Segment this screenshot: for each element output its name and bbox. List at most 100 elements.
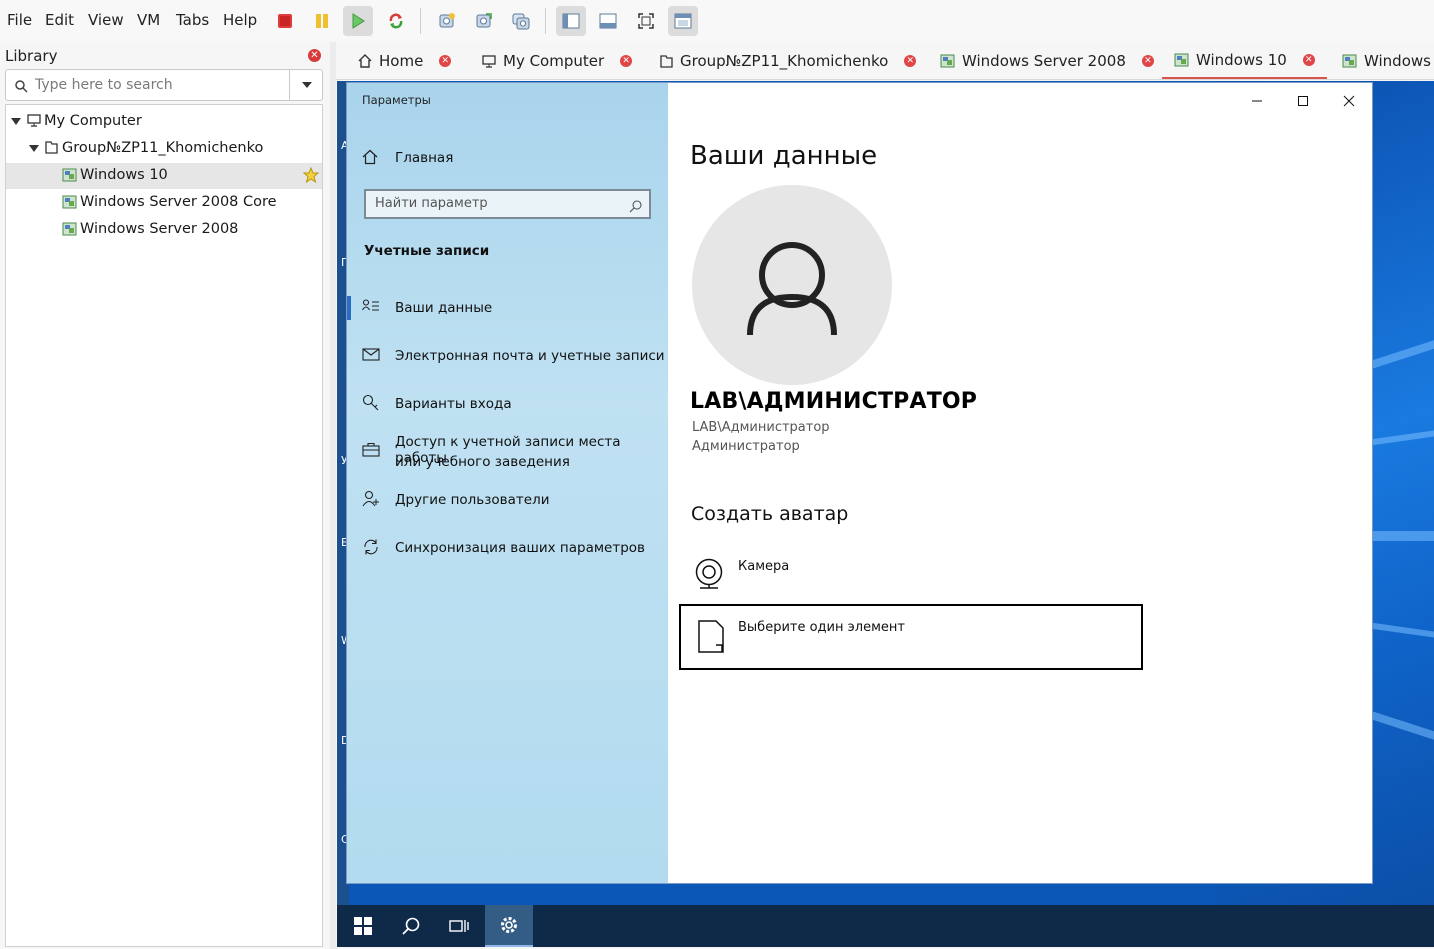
snapshot-manager-icon[interactable] — [506, 6, 536, 36]
nav-sign-in-options[interactable]: Варианты входа — [347, 392, 668, 416]
briefcase-icon — [362, 442, 380, 461]
menu-vm[interactable]: VM — [137, 11, 160, 29]
nav-your-info[interactable]: Ваши данные — [347, 296, 668, 320]
tab-label: Windows — [1364, 52, 1431, 70]
tab-close-icon[interactable]: ✕ — [439, 55, 452, 67]
menu-bar: File Edit View VM Tabs Help — [0, 0, 1434, 42]
pause-icon[interactable] — [307, 6, 337, 36]
tree-item-label: Windows Server 2008 — [80, 221, 239, 237]
tab-bar: Home ✕ My Computer ✕ Group№ZP11_Khomiche… — [336, 42, 1434, 80]
search-icon[interactable] — [629, 198, 642, 217]
tree-item-label: My Computer — [44, 113, 142, 129]
tree-item-windows-server-2008-core[interactable]: Windows Server 2008 Core — [6, 190, 322, 216]
settings-content: Ваши данные LAB\АДМИНИСТРАТОР LAB\Админи… — [668, 83, 1372, 883]
favorite-star-icon[interactable] — [302, 166, 320, 187]
menu-tabs[interactable]: Tabs — [176, 11, 209, 29]
tree-item-windows-10[interactable]: Windows 10 — [6, 163, 322, 189]
nav-label: Электронная почта и учетные записи — [395, 348, 665, 364]
task-view-button[interactable] — [435, 905, 483, 947]
library-view-icon[interactable] — [556, 6, 586, 36]
menu-edit[interactable]: Edit — [45, 11, 74, 29]
search-icon — [402, 917, 420, 935]
menu-help[interactable]: Help — [223, 11, 257, 29]
nav-other-users[interactable]: Другие пользователи — [347, 488, 668, 512]
window-title: Параметры — [362, 93, 431, 107]
tab-label: Home — [379, 52, 424, 70]
nav-sync-settings[interactable]: Синхронизация ваших параметров — [347, 536, 668, 560]
file-icon — [697, 620, 725, 658]
tab-close-icon[interactable]: ✕ — [620, 55, 633, 67]
tree-item-label: Windows Server 2008 Core — [80, 194, 277, 210]
tree-expand-arrow-icon[interactable] — [29, 145, 39, 152]
computer-icon — [27, 114, 41, 131]
tree-expand-arrow-icon[interactable] — [11, 118, 21, 125]
menu-file[interactable]: File — [7, 11, 32, 29]
tab-label: Group№ZP11_Khomichenko — [680, 52, 889, 70]
nav-section-heading: Учетные записи — [364, 243, 490, 259]
folder-icon — [660, 54, 673, 68]
maximize-icon[interactable] — [1288, 91, 1318, 111]
tab-close-icon[interactable]: ✕ — [1302, 53, 1315, 66]
nav-work-access[interactable]: Доступ к учетной записи места работы или… — [347, 433, 668, 475]
stop-icon[interactable] — [270, 6, 300, 36]
tree-item-windows-server-2008[interactable]: Windows Server 2008 — [6, 217, 322, 243]
sync-icon — [362, 538, 380, 560]
camera-label: Камера — [738, 559, 790, 574]
tree-item-group[interactable]: Group№ZP11_Khomichenko — [6, 136, 322, 162]
search-dropdown-button[interactable] — [289, 70, 323, 100]
fullscreen-icon[interactable] — [631, 6, 661, 36]
tree-item-label: Group№ZP11_Khomichenko — [62, 140, 264, 156]
start-button[interactable] — [339, 905, 387, 947]
tab-windows-server-2008[interactable]: Windows Server 2008 ✕ — [940, 42, 1154, 79]
key-icon — [362, 394, 380, 416]
snapshot-icon[interactable] — [432, 6, 462, 36]
nav-label: Варианты входа — [395, 396, 512, 412]
choose-file-label: Выберите один элемент — [738, 620, 905, 635]
library-close-icon[interactable]: ✕ — [308, 49, 321, 62]
settings-window: Параметры Главная Учетные записи Ваши да… — [347, 83, 1372, 883]
tab-windows[interactable]: Windows — [1342, 42, 1431, 79]
vm-icon — [1174, 53, 1189, 67]
tab-close-icon[interactable]: ✕ — [904, 55, 917, 67]
home-icon — [362, 149, 378, 169]
menu-view[interactable]: View — [88, 11, 124, 29]
task-view-icon — [449, 920, 469, 932]
library-search-input[interactable] — [35, 75, 285, 95]
tab-group[interactable]: Group№ZP11_Khomichenko ✕ — [660, 42, 917, 79]
minimize-icon[interactable] — [1242, 91, 1272, 111]
settings-search-input[interactable] — [375, 196, 615, 211]
chevron-down-icon — [301, 82, 312, 88]
panel-splitter[interactable] — [330, 42, 336, 949]
camera-option[interactable]: Камера — [691, 555, 1151, 595]
nav-home[interactable]: Главная — [347, 147, 668, 171]
console-view-icon[interactable] — [668, 6, 698, 36]
tab-windows-10[interactable]: Windows 10 ✕ — [1162, 42, 1327, 79]
search-icon — [15, 78, 28, 97]
computer-icon — [482, 54, 496, 68]
mail-icon — [362, 348, 380, 365]
restart-icon[interactable] — [381, 6, 411, 36]
tab-home[interactable]: Home ✕ — [358, 42, 452, 79]
settings-search — [364, 189, 651, 219]
tab-label: Windows Server 2008 — [962, 52, 1126, 70]
tab-close-icon[interactable]: ✕ — [1141, 55, 1154, 67]
snapshot-revert-icon[interactable] — [469, 6, 499, 36]
tab-my-computer[interactable]: My Computer ✕ — [482, 42, 633, 79]
vm-console[interactable]: A Г У Е W D C Параметры Главная Учетные … — [337, 81, 1434, 947]
windows-logo-icon — [354, 917, 372, 935]
tree-item-my-computer[interactable]: My Computer — [6, 109, 322, 135]
nav-home-label: Главная — [395, 150, 454, 166]
play-icon[interactable] — [343, 6, 373, 36]
vm-icon — [940, 54, 955, 68]
toolbar-separator — [545, 8, 546, 34]
nav-email-accounts[interactable]: Электронная почта и учетные записи — [347, 344, 668, 368]
taskbar-search-button[interactable] — [387, 905, 435, 947]
taskbar-settings-app[interactable] — [485, 905, 533, 947]
page-title: Ваши данные — [690, 141, 878, 171]
library-search — [5, 69, 323, 101]
choose-file-button[interactable]: Выберите один элемент — [679, 604, 1143, 670]
user-display-name: LAB\АДМИНИСТРАТОР — [690, 389, 978, 414]
thumbnail-bar-icon[interactable] — [593, 6, 623, 36]
home-icon — [358, 54, 372, 68]
close-icon[interactable] — [1334, 91, 1364, 111]
